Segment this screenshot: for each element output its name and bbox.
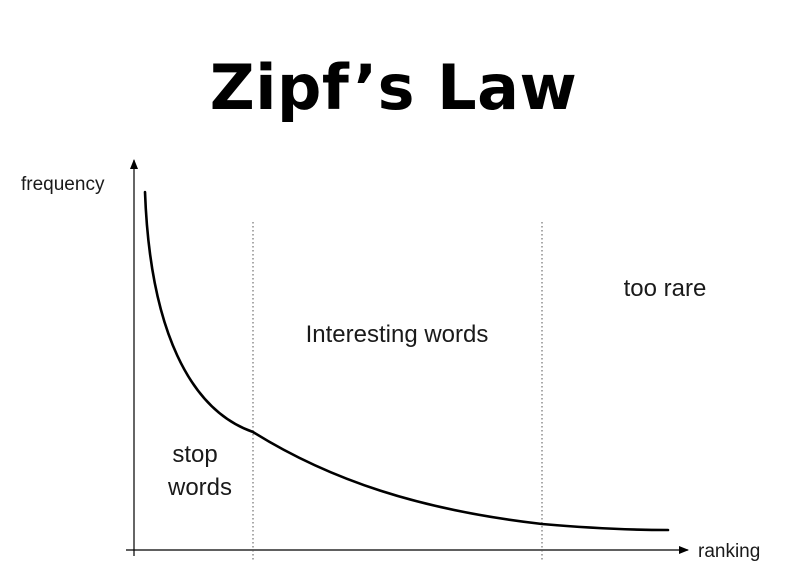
interesting-words-label: Interesting words (306, 321, 489, 348)
x-axis-label: ranking (698, 541, 760, 562)
zipf-diagram: frequency ranking stop words Interesting… (21, 159, 760, 562)
stop-words-label-line2: words (167, 474, 232, 501)
y-axis-label: frequency (21, 174, 105, 195)
slide: Zipf’s Law frequency ranking stop words … (0, 0, 787, 576)
stop-words-label-line1: stop (172, 441, 217, 468)
too-rare-label: too rare (624, 275, 707, 302)
